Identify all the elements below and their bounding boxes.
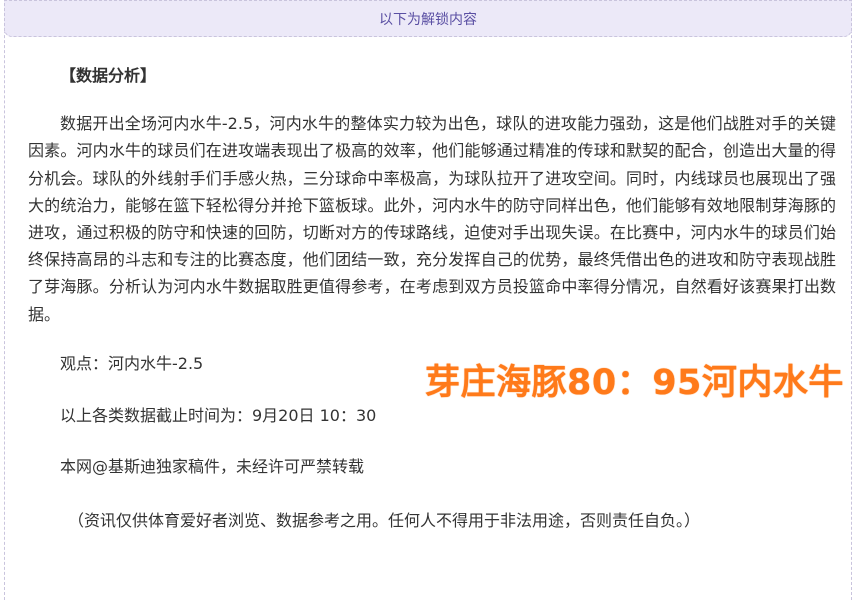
data-cutoff-text: 以上各类数据截止时间为：9月20日 10：30 [60, 406, 377, 426]
disclaimer-text: （资讯仅供体育爱好者浏览、数据参考之用。任何人不得用于非法用途，否则责任自负。） [68, 511, 701, 531]
final-score-overlay: 芽庄海豚80：95河内水牛 [425, 363, 844, 403]
unlock-banner-label: 以下为解锁内容 [379, 11, 477, 28]
unlock-banner: 以下为解锁内容 [4, 0, 852, 37]
article-content: 【数据分析】 数据开出全场河内水牛-2.5，河内水牛的整体实力较为出色，球队的进… [28, 62, 836, 535]
copyright-notice: 本网@基斯迪独家稿件，未经许可严禁转载 [60, 457, 365, 477]
analysis-paragraph: 数据开出全场河内水牛-2.5，河内水牛的整体实力较为出色，球队的进攻能力强劲，这… [28, 114, 836, 324]
section-heading: 【数据分析】 [60, 66, 157, 85]
